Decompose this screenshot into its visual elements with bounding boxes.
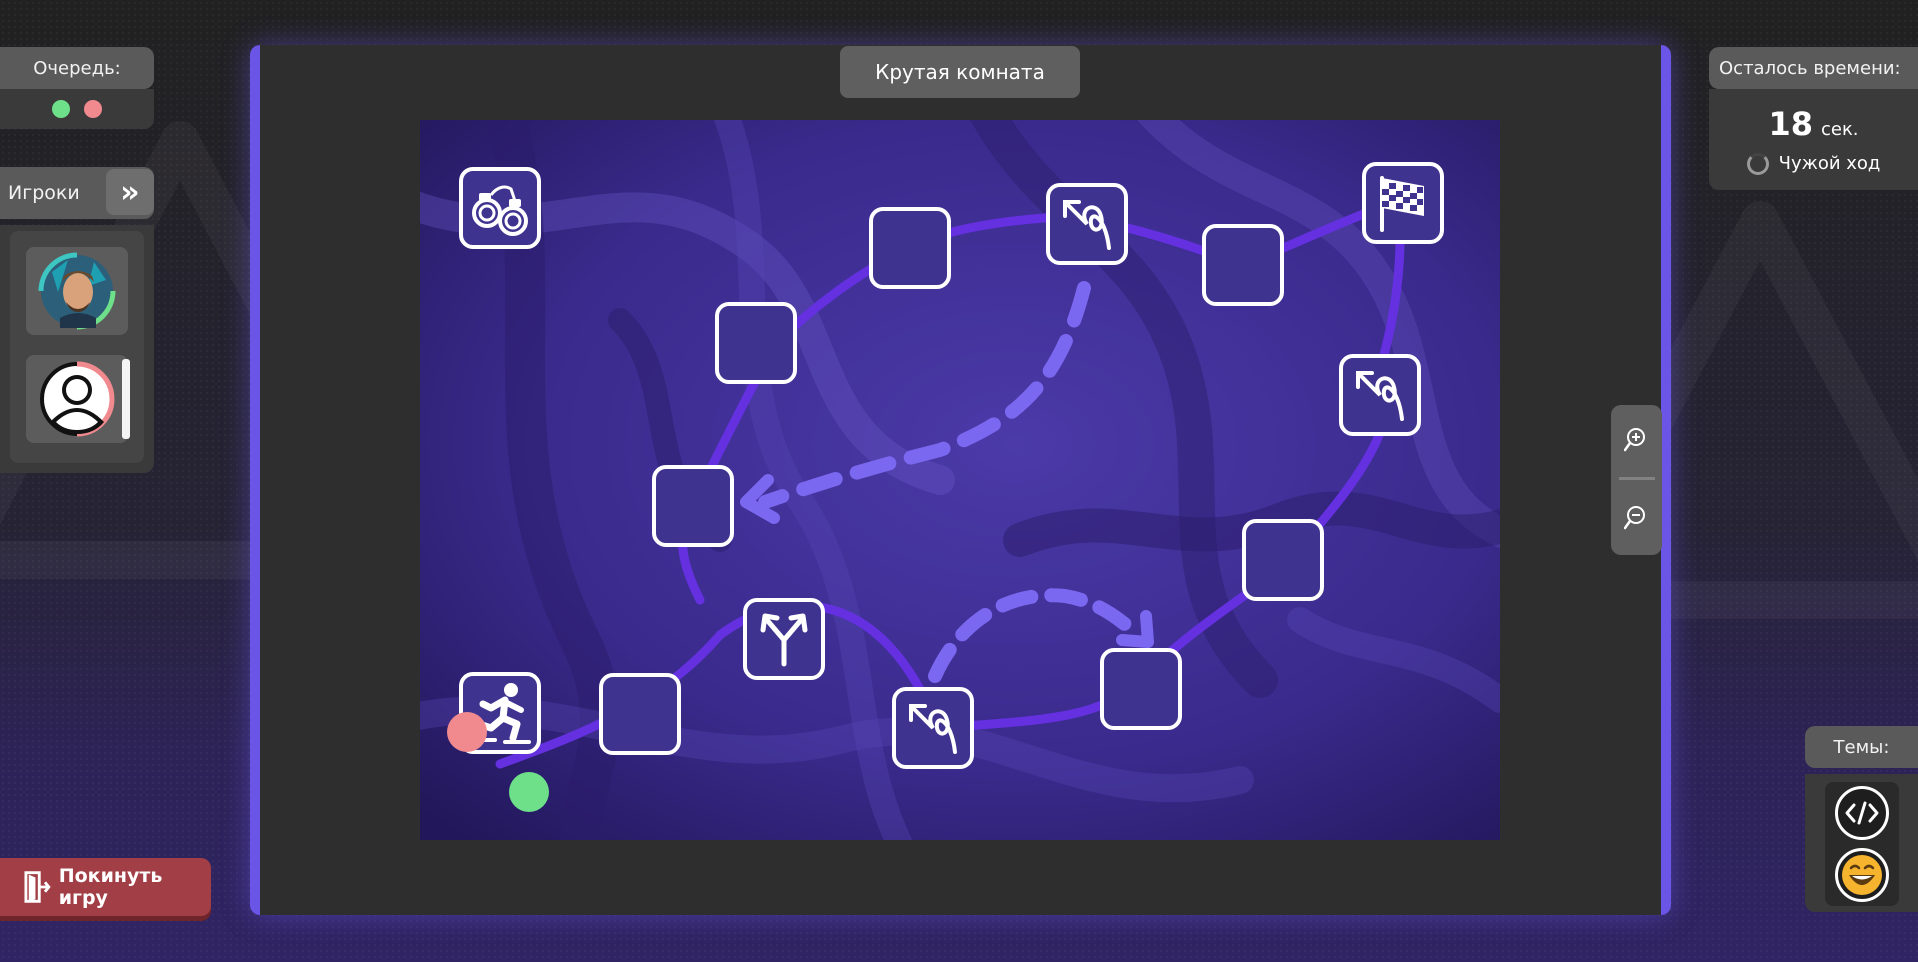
zoom-out-icon — [1623, 506, 1645, 530]
queue-dots — [0, 89, 154, 129]
queue-title: Очередь: — [0, 47, 154, 89]
theme-code-button[interactable] — [1835, 786, 1889, 840]
leave-game-button[interactable]: Покинуть игру — [0, 858, 211, 916]
game-board — [420, 120, 1500, 840]
loop-back-icon — [1063, 200, 1111, 250]
board-cell[interactable] — [715, 302, 797, 384]
board-cell-finish[interactable] — [1362, 162, 1444, 244]
board-cell[interactable] — [1202, 224, 1284, 306]
player-card[interactable] — [26, 355, 130, 443]
zoom-in-icon — [1623, 428, 1645, 452]
player-card-edge — [122, 359, 130, 439]
timer-body: 18 сек. Чужой ход — [1709, 89, 1918, 190]
players-expand-button[interactable]: » — [106, 169, 154, 215]
players-list-inner — [10, 231, 144, 463]
queue-dot-red — [84, 100, 102, 118]
loop-back-icon — [1356, 371, 1404, 421]
themes-list — [1825, 782, 1899, 906]
flag-icon — [1380, 176, 1424, 232]
board-cell-loop[interactable] — [892, 687, 974, 769]
themes-body — [1805, 774, 1918, 912]
double-chevron-right-icon: » — [120, 174, 140, 210]
loop-back-icon — [909, 704, 957, 754]
avatar-default — [40, 361, 115, 437]
themes-panel: Темы: — [1805, 726, 1918, 912]
queue-dot-green — [52, 100, 70, 118]
turn-status: Чужой ход — [1746, 152, 1881, 175]
time-value: 18 — [1768, 104, 1813, 143]
players-list — [0, 225, 154, 473]
queue-panel: Очередь: — [0, 47, 154, 129]
handcuffs-icon — [472, 185, 528, 236]
timer-panel: Осталось времени: 18 сек. Чужой ход — [1709, 47, 1918, 190]
turn-status-text: Чужой ход — [1778, 153, 1881, 174]
board-cell[interactable] — [1242, 519, 1324, 601]
leave-game-label: Покинуть игру — [58, 865, 163, 909]
token-red — [447, 712, 487, 752]
players-header: Игроки » — [0, 167, 154, 219]
timer-title: Осталось времени: — [1709, 47, 1918, 89]
board-cell[interactable] — [652, 465, 734, 547]
theme-funny-button[interactable] — [1835, 848, 1889, 902]
spinner-icon — [1746, 152, 1769, 175]
players-panel: Игроки » — [0, 167, 154, 473]
board-cell-loop[interactable] — [1046, 183, 1128, 265]
player-card[interactable] — [26, 247, 128, 335]
zoom-out-button[interactable] — [1611, 483, 1662, 553]
board-cell[interactable] — [1100, 648, 1182, 730]
code-brackets-icon — [1845, 801, 1879, 825]
zoom-separator — [1618, 477, 1655, 480]
players-title: Игроки — [8, 182, 80, 204]
board-cell-loop[interactable] — [1339, 354, 1421, 436]
room-title-text: Крутая комната — [875, 60, 1045, 84]
themes-title: Темы: — [1805, 726, 1918, 768]
room-title: Крутая комната — [840, 46, 1080, 98]
fork-arrows-icon — [760, 613, 808, 667]
laughing-face-icon — [1842, 855, 1882, 895]
board-cell-jail[interactable] — [459, 167, 541, 249]
time-unit: сек. — [1820, 118, 1859, 140]
board-cell-fork[interactable] — [743, 598, 825, 680]
avatar-photo — [38, 252, 116, 330]
exit-door-icon — [24, 871, 51, 903]
zoom-controls — [1611, 405, 1662, 555]
board-cell[interactable] — [599, 673, 681, 755]
zoom-in-button[interactable] — [1611, 405, 1662, 475]
time-readout: 18 сек. — [1768, 105, 1858, 143]
board-cell[interactable] — [869, 207, 951, 289]
token-green — [509, 772, 549, 812]
